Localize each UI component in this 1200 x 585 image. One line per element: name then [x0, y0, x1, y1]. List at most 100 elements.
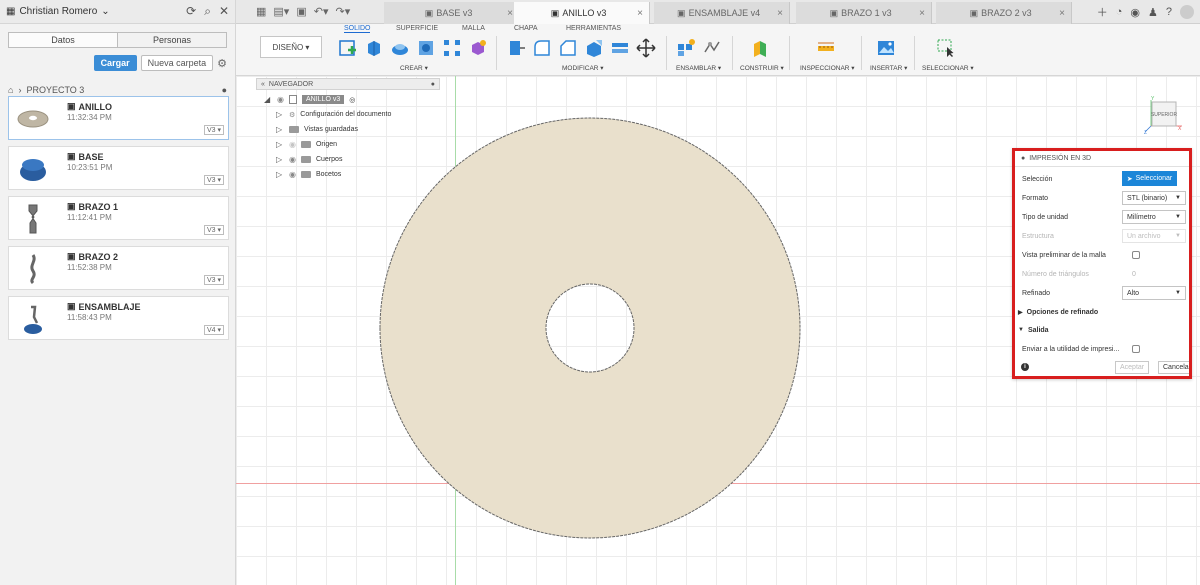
doc-tab-base[interactable]: ▣ BASE v3 ×	[384, 2, 520, 24]
tab-malla[interactable]: MALLA	[462, 25, 485, 32]
close-tab-icon[interactable]: ×	[919, 8, 925, 19]
close-tab-icon[interactable]: ×	[777, 8, 783, 19]
version-badge[interactable]: V4 ▾	[203, 325, 224, 335]
extrude-icon[interactable]	[364, 38, 384, 58]
members-icon[interactable]: ●	[222, 85, 227, 95]
visibility-icon[interactable]: ◉	[277, 95, 284, 104]
chamfer-icon[interactable]	[558, 38, 578, 58]
extensions-icon[interactable]: ◔	[1116, 6, 1123, 18]
insert-image-icon[interactable]	[876, 38, 896, 58]
navigator-root[interactable]: ◢ ◉ ANILLO v3 ◎	[256, 92, 440, 107]
active-radio-icon[interactable]: ◎	[349, 96, 355, 104]
tab-superficie[interactable]: SUPERFICIE	[396, 25, 438, 32]
new-component-icon[interactable]	[676, 38, 696, 58]
notifications-icon[interactable]: ♟	[1148, 6, 1158, 19]
expand-icon[interactable]: ▷	[276, 125, 284, 134]
save-icon[interactable]: ▣	[296, 5, 306, 18]
file-menu-icon[interactable]: ▤▾	[273, 5, 289, 18]
doc-tab-ensamblaje[interactable]: ▣ ENSAMBLAJE v4 ×	[654, 2, 790, 24]
pattern-icon[interactable]	[442, 38, 462, 58]
close-tab-icon[interactable]: ×	[507, 8, 513, 19]
visibility-icon[interactable]: ◉	[289, 155, 296, 164]
doc-tab-anillo[interactable]: ▣ ANILLO v3 ×	[514, 2, 650, 24]
unit-select[interactable]: Milímetro ▼	[1122, 210, 1186, 224]
refresh-icon[interactable]: ⟳	[186, 4, 196, 19]
navigator-item-doc-settings[interactable]: ▷ ⚙ Configuración del documento	[256, 107, 440, 122]
navigator-item-origin[interactable]: ▷ ◉ Origen	[256, 137, 440, 152]
press-pull-icon[interactable]	[506, 38, 526, 58]
search-icon[interactable]: ⌕	[204, 4, 211, 19]
create-form-icon[interactable]	[468, 38, 488, 58]
format-select[interactable]: STL (binario) ▼	[1122, 191, 1186, 205]
file-card-base[interactable]: ▣ BASE 10:23:51 PM V3 ▾	[8, 146, 229, 190]
user-menu[interactable]: ▦ Christian Romero ⌄	[6, 6, 110, 17]
group-seleccionar[interactable]: SELECCIONAR ▾	[922, 64, 974, 72]
close-tab-icon[interactable]: ×	[637, 8, 643, 19]
viewcube-face-label[interactable]: SUPERIOR	[1151, 112, 1178, 118]
version-badge[interactable]: V3 ▾	[203, 175, 224, 185]
offset-plane-icon[interactable]	[750, 38, 770, 58]
cancel-button[interactable]: Cancelar	[1158, 361, 1189, 374]
expand-icon[interactable]: ▷	[276, 110, 284, 119]
home-icon[interactable]: ⌂	[8, 85, 13, 95]
navigator-item-sketches[interactable]: ▷ ◉ Bocetos	[256, 167, 440, 182]
upload-button[interactable]: Cargar	[93, 55, 137, 71]
new-tab-icon[interactable]: ＋	[1097, 4, 1108, 20]
refine-select[interactable]: Alto ▼	[1122, 286, 1186, 300]
version-badge[interactable]: V3 ▾	[203, 225, 224, 235]
group-inspeccionar[interactable]: INSPECCIONAR ▾	[800, 64, 855, 72]
fillet-icon[interactable]	[532, 38, 552, 58]
file-card-brazo-2[interactable]: ▣ BRAZO 2 11:52:38 PM V3 ▾	[8, 246, 229, 290]
dialog-header[interactable]: ● IMPRESIÓN EN 3D	[1015, 151, 1189, 167]
pin-icon[interactable]: ●	[431, 81, 435, 88]
doc-tab-brazo-2[interactable]: ▣ BRAZO 2 v3 ×	[936, 2, 1072, 24]
create-sketch-icon[interactable]	[338, 38, 358, 58]
navigator-header[interactable]: « NAVEGADOR ●	[256, 78, 440, 90]
tab-chapa[interactable]: CHAPA	[514, 25, 538, 32]
undo-icon[interactable]: ↶▾	[314, 5, 329, 18]
file-card-ensamblaje[interactable]: ▣ ENSAMBLAJE 11:58:43 PM V4 ▾	[8, 296, 229, 340]
tab-herramientas[interactable]: HERRAMIENTAS	[566, 25, 621, 32]
output-section[interactable]: ▼ Salida	[1018, 322, 1184, 338]
combine-icon[interactable]	[610, 38, 630, 58]
file-card-anillo[interactable]: ▣ ANILLO 11:32:34 PM V3 ▾	[8, 96, 229, 140]
viewcube[interactable]: SUPERIOR Y X Z	[1144, 96, 1184, 136]
doc-tab-brazo-1[interactable]: ▣ BRAZO 1 v3 ×	[796, 2, 932, 24]
group-ensamblar[interactable]: ENSAMBLAR ▾	[676, 64, 721, 72]
expand-icon[interactable]: ▷	[276, 155, 284, 164]
send-to-print-checkbox[interactable]	[1132, 345, 1140, 353]
ring-face[interactable]	[379, 117, 801, 539]
group-insertar[interactable]: INSERTAR ▾	[870, 64, 907, 72]
new-folder-button[interactable]: Nueva carpeta	[140, 55, 214, 71]
app-grid-icon[interactable]: ▦	[256, 5, 266, 18]
move-icon[interactable]	[636, 38, 656, 58]
select-icon[interactable]	[936, 38, 956, 58]
gear-icon[interactable]: ⚙	[217, 57, 227, 70]
joint-icon[interactable]	[702, 38, 722, 58]
group-crear[interactable]: CREAR ▾	[400, 64, 428, 72]
visibility-icon[interactable]: ◉	[289, 170, 296, 179]
avatar[interactable]	[1180, 5, 1194, 19]
navigator-item-saved-views[interactable]: ▷ Vistas guardadas	[256, 122, 440, 137]
project-name[interactable]: PROYECTO 3	[26, 85, 84, 95]
group-construir[interactable]: CONSTRUIR ▾	[740, 64, 784, 72]
measure-icon[interactable]	[816, 38, 836, 58]
hidden-eye-icon[interactable]: ◉	[289, 140, 296, 149]
refine-options-section[interactable]: ▶ Opciones de refinado	[1018, 304, 1184, 320]
expand-icon[interactable]: ▷	[276, 170, 284, 179]
tab-personas[interactable]: Personas	[118, 32, 227, 48]
shell-icon[interactable]	[584, 38, 604, 58]
tab-datos[interactable]: Datos	[8, 32, 118, 48]
select-button[interactable]: ➤ Seleccionar	[1122, 171, 1177, 186]
info-icon[interactable]: i	[1021, 363, 1029, 371]
revolve-icon[interactable]	[390, 38, 410, 58]
close-tab-icon[interactable]: ×	[1059, 8, 1065, 19]
group-modificar[interactable]: MODIFICAR ▾	[562, 64, 604, 72]
navigator-item-bodies[interactable]: ▷ ◉ Cuerpos	[256, 152, 440, 167]
expand-icon[interactable]: ▷	[276, 140, 284, 149]
mesh-preview-checkbox[interactable]	[1132, 251, 1140, 259]
ok-button[interactable]: Aceptar	[1115, 361, 1150, 374]
expand-down-icon[interactable]: ◢	[264, 95, 272, 104]
help-icon[interactable]: ?	[1166, 6, 1172, 18]
redo-icon[interactable]: ↷▾	[335, 5, 350, 18]
